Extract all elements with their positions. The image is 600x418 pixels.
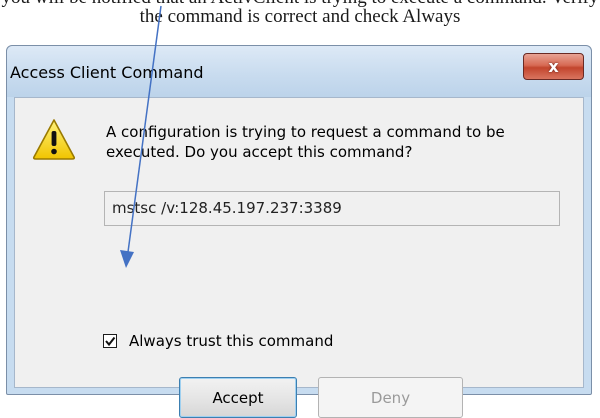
title-bar[interactable]: Access Client Command x bbox=[7, 46, 591, 97]
command-field[interactable]: mstsc /v:128.45.197.237:3389 bbox=[104, 191, 560, 226]
dialog-message: A configuration is trying to request a c… bbox=[106, 123, 505, 161]
always-trust-checkbox[interactable] bbox=[103, 334, 117, 348]
close-icon: x bbox=[548, 57, 559, 76]
deny-button[interactable]: Deny bbox=[318, 377, 463, 418]
close-button[interactable]: x bbox=[523, 53, 584, 80]
caption-text: you will be notified that an ActivClient… bbox=[2, 0, 599, 27]
dialog-window: Access Client Command x A configuration … bbox=[6, 45, 592, 418]
dialog-body: A configuration is trying to request a c… bbox=[14, 97, 584, 418]
warning-icon bbox=[32, 119, 76, 160]
checkmark-icon bbox=[105, 336, 116, 347]
always-trust-label[interactable]: Always trust this command bbox=[129, 332, 333, 350]
accept-button[interactable]: Accept bbox=[179, 377, 297, 418]
dialog-title: Access Client Command bbox=[10, 63, 204, 82]
